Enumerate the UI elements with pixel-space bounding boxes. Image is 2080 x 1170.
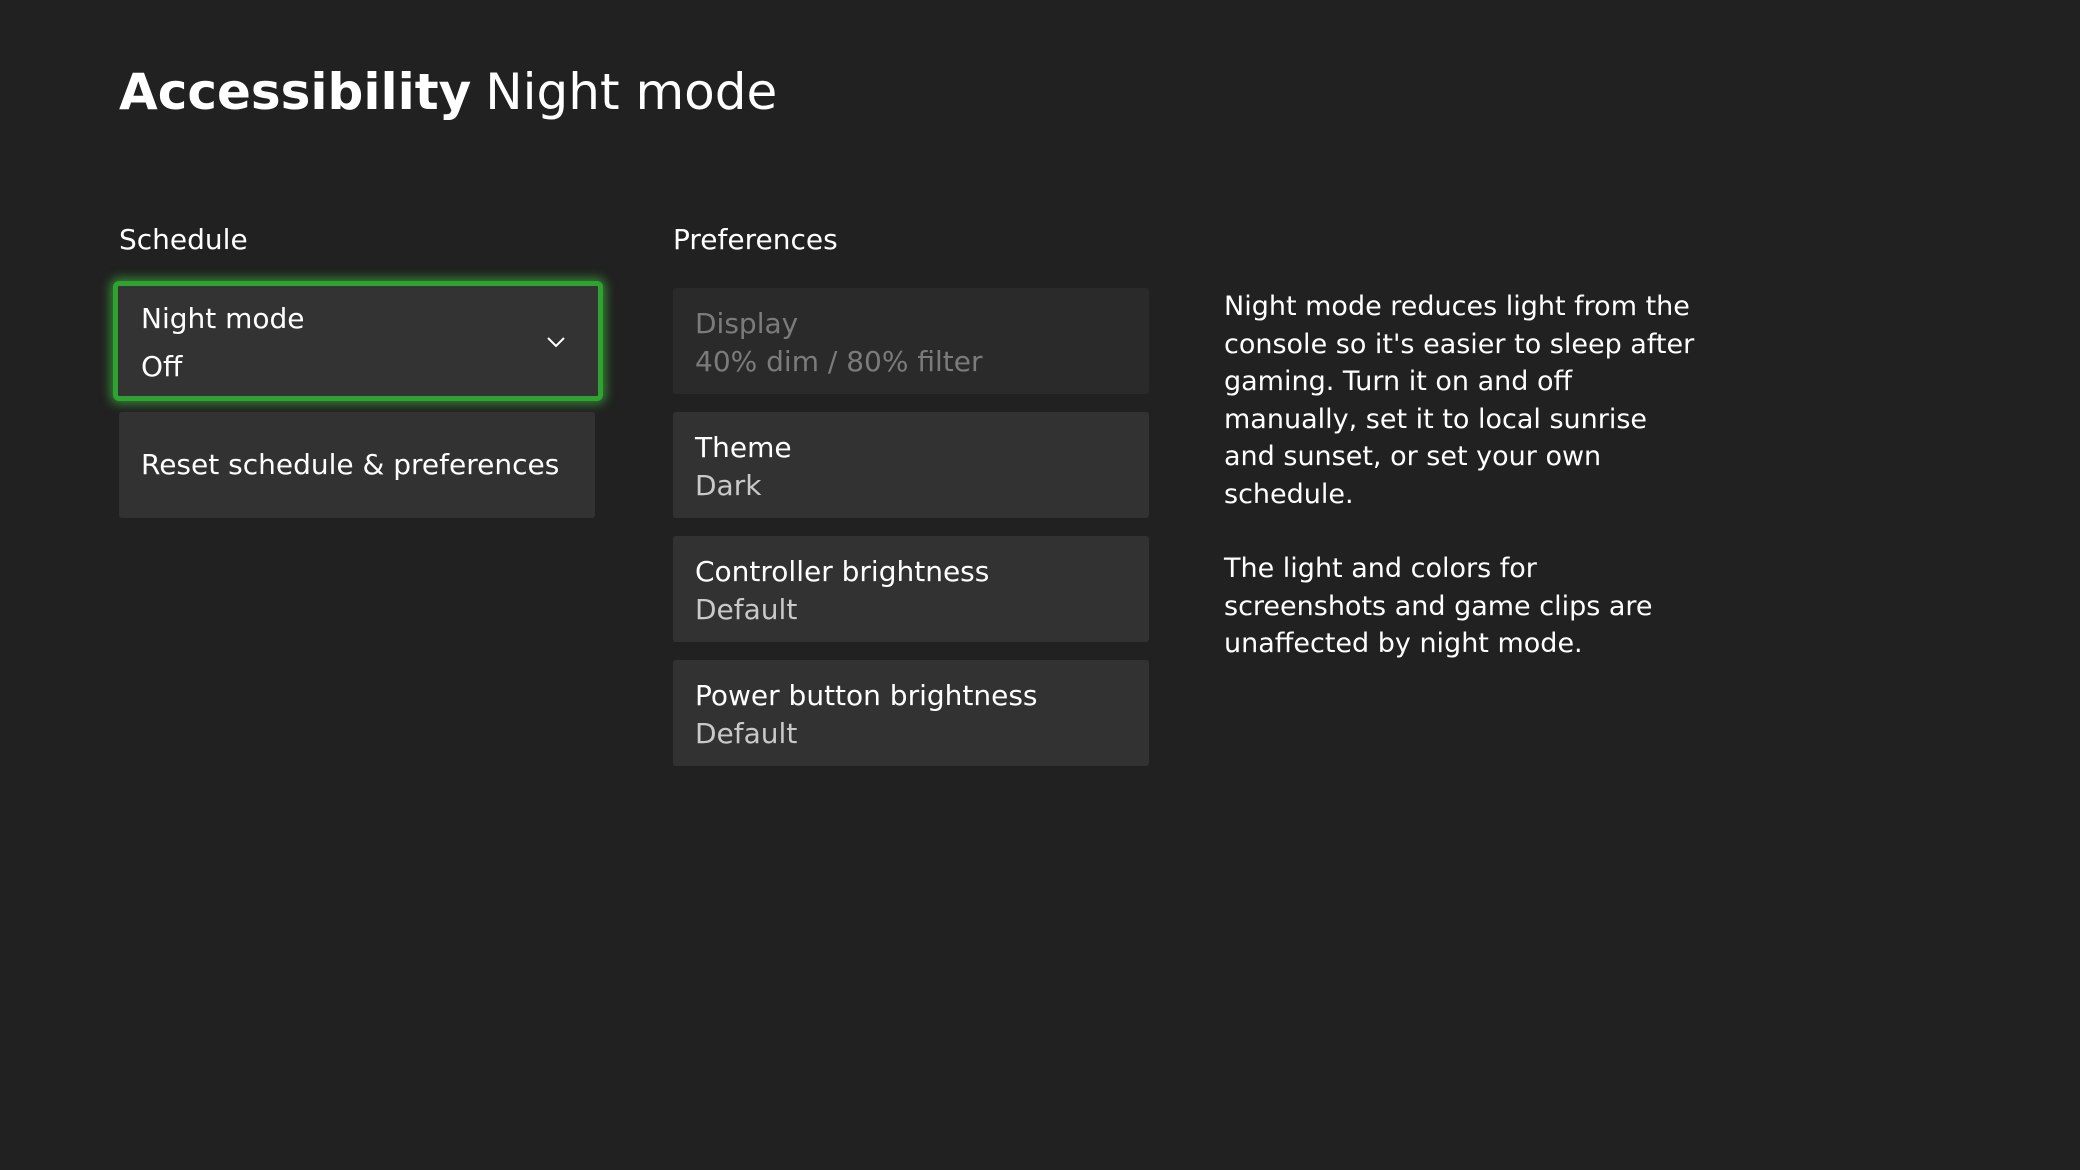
display-preference-button[interactable]: Display 40% dim / 80% filter	[673, 288, 1149, 394]
reset-schedule-label: Reset schedule & preferences	[141, 448, 560, 481]
night-mode-dropdown-value: Off	[141, 350, 183, 383]
chevron-down-icon	[547, 337, 565, 348]
description-paragraph: Night mode reduces light from the consol…	[1224, 291, 1695, 510]
controller-brightness-label: Controller brightness	[695, 555, 990, 588]
display-preference-label: Display	[695, 307, 799, 340]
controller-brightness-value: Default	[695, 593, 798, 626]
page-title-subsection: Night mode	[485, 63, 778, 121]
power-button-brightness-button[interactable]: Power button brightness Default	[673, 660, 1149, 766]
night-mode-dropdown-label: Night mode	[141, 302, 305, 335]
preferences-section-label: Preferences	[673, 223, 838, 256]
night-mode-dropdown[interactable]: Night mode Off	[113, 281, 603, 401]
page-title-section: Accessibility	[119, 63, 472, 121]
controller-brightness-button[interactable]: Controller brightness Default	[673, 536, 1149, 642]
night-mode-settings-page: Accessibility Night mode Schedule Night m…	[0, 0, 2080, 1170]
night-mode-description: Night mode reduces light from the consol…	[1224, 288, 1704, 700]
theme-preference-label: Theme	[695, 431, 792, 464]
schedule-section-label: Schedule	[119, 223, 248, 256]
description-paragraph: The light and colors for screenshots and…	[1224, 553, 1653, 659]
page-title: Accessibility Night mode	[119, 62, 777, 122]
power-button-brightness-label: Power button brightness	[695, 679, 1038, 712]
reset-schedule-button[interactable]: Reset schedule & preferences	[119, 412, 595, 518]
theme-preference-button[interactable]: Theme Dark	[673, 412, 1149, 518]
theme-preference-value: Dark	[695, 469, 762, 502]
display-preference-value: 40% dim / 80% filter	[695, 345, 983, 378]
power-button-brightness-value: Default	[695, 717, 798, 750]
